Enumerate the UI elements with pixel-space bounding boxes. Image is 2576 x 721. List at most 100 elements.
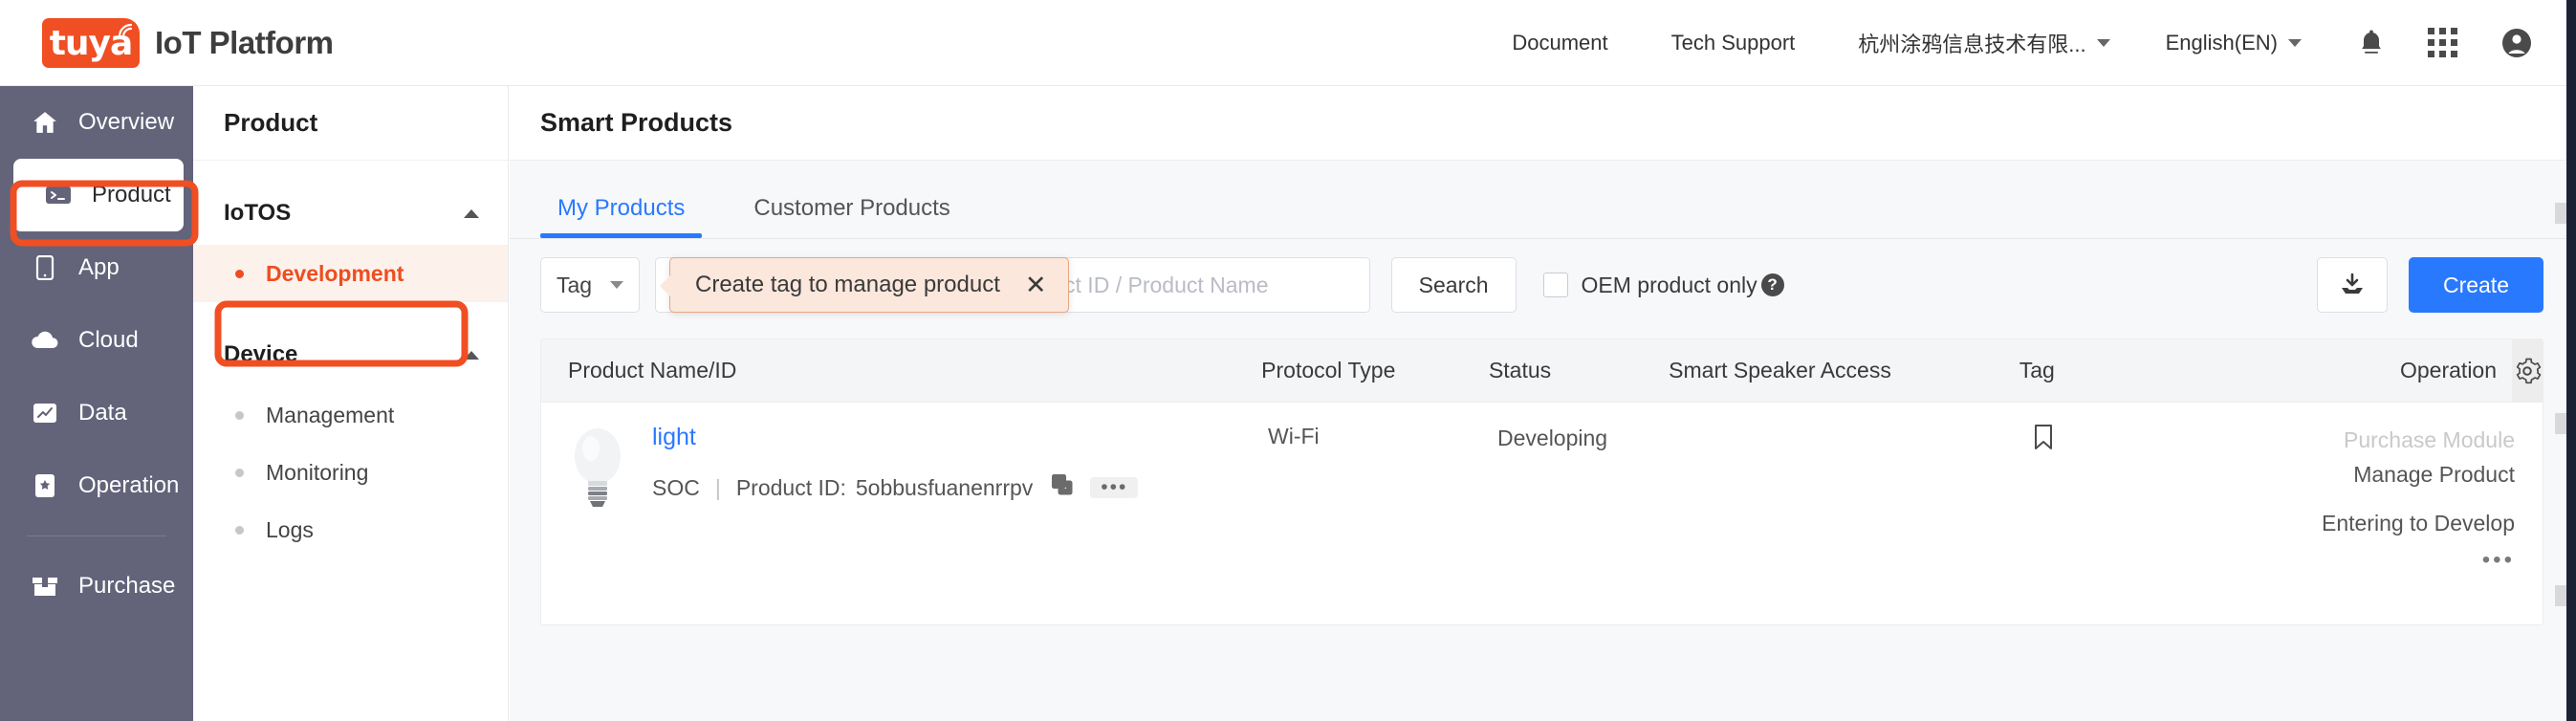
org-selector[interactable]: 杭州涂鸦信息技术有限...	[1858, 28, 2110, 58]
panel-item-management[interactable]: Management	[193, 386, 508, 444]
sidebar-item-product[interactable]: Product	[13, 159, 184, 231]
copy-icon[interactable]	[1050, 472, 1075, 503]
chevron-up-icon	[464, 208, 479, 218]
question-mark-icon[interactable]: ?	[1760, 273, 1784, 296]
table-header-row: Product Name/ID Protocol Type Status Sma…	[541, 339, 2543, 403]
create-tag-tooltip: Create tag to manage product ✕	[660, 257, 1069, 313]
bell-icon	[2362, 29, 2381, 54]
checkbox-box	[1542, 273, 1568, 297]
product-tabs: My Products Customer Products	[510, 161, 2576, 239]
light-bulb-icon	[568, 424, 627, 513]
panel-group-iotos[interactable]: IoTOS	[193, 182, 508, 245]
sidebar-divider	[27, 535, 166, 536]
operation-entering-to-develop[interactable]: Entering to Develop	[2253, 507, 2515, 541]
products-table: Product Name/ID Protocol Type Status Sma…	[540, 339, 2543, 625]
product-id-label: Product ID:	[735, 474, 846, 500]
cell-status: Developing	[1497, 424, 1679, 453]
sidebar-item-purchase[interactable]: Purchase	[0, 550, 193, 623]
ellipsis-icon[interactable]: •••	[1090, 477, 1139, 498]
cloud-icon	[31, 331, 59, 350]
tab-label: Customer Products	[753, 195, 950, 221]
sidebar-item-data[interactable]: Data	[0, 377, 193, 449]
sidebar-item-app[interactable]: App	[0, 231, 193, 304]
column-smart-speaker-access: Smart Speaker Access	[1669, 358, 1891, 382]
panel-group-label: Device	[224, 341, 298, 367]
sidebar-item-cloud[interactable]: Cloud	[0, 304, 193, 377]
create-button[interactable]: Create	[2408, 257, 2543, 313]
search-button[interactable]: Search	[1390, 257, 1517, 313]
right-edge-pip-top	[2555, 203, 2566, 224]
oem-checkbox-label: OEM product only	[1581, 272, 1757, 297]
chevron-up-icon	[464, 350, 479, 360]
panel-item-monitoring[interactable]: Monitoring	[193, 444, 508, 501]
sidebar-item-label: App	[78, 254, 120, 280]
secondary-sidebar: Product IoTOS Development Device Managem…	[193, 86, 509, 721]
nav-tech-support[interactable]: Tech Support	[1671, 31, 1796, 55]
panel-item-logs[interactable]: Logs	[193, 501, 508, 558]
product-name-link[interactable]: light	[652, 424, 1138, 451]
panel-item-label: Logs	[266, 516, 314, 542]
nav-document[interactable]: Document	[1512, 31, 1607, 55]
notifications-button[interactable]	[2357, 28, 2386, 58]
chevron-down-icon	[2096, 38, 2110, 47]
panel-item-label: Development	[266, 260, 404, 286]
column-status: Status	[1488, 358, 1552, 382]
page-title: Smart Products	[510, 86, 2576, 161]
product-category: SOC	[652, 474, 700, 500]
apps-menu-button[interactable]	[2428, 28, 2457, 57]
user-avatar-icon	[2502, 28, 2531, 57]
search-button-label: Search	[1418, 272, 1489, 297]
brand-logo[interactable]: tuya IoT Platform	[42, 17, 334, 68]
column-operation: Operation	[2400, 358, 2498, 382]
apps-grid-icon	[2428, 28, 2457, 57]
oem-filter-checkbox[interactable]: OEM product only ?	[1542, 272, 1784, 298]
main-content: Smart Products My Products Customer Prod…	[510, 86, 2576, 721]
wifi-wave-icon	[118, 23, 133, 37]
download-icon	[2341, 273, 2363, 294]
tab-customer-products[interactable]: Customer Products	[736, 195, 967, 238]
close-x-icon[interactable]: ✕	[1025, 272, 1047, 298]
sidebar-item-label: Overview	[78, 109, 175, 135]
tab-my-products[interactable]: My Products	[540, 195, 703, 238]
bookmark-outline-icon[interactable]	[2033, 424, 2253, 456]
download-button[interactable]	[2316, 257, 2388, 313]
sidebar-item-overview[interactable]: Overview	[0, 86, 193, 159]
sidebar-item-label: Product	[92, 182, 171, 208]
mobile-icon	[31, 255, 59, 280]
cell-operation: Purchase Module Manage Product Entering …	[2253, 424, 2530, 574]
column-tag: Tag	[2019, 358, 2055, 382]
panel-group-device[interactable]: Device	[193, 323, 508, 386]
account-button[interactable]	[2500, 26, 2534, 60]
org-selector-label: 杭州涂鸦信息技术有限...	[1858, 32, 2086, 56]
panel-item-label: Management	[266, 402, 395, 427]
status-text: Developing	[1497, 426, 1608, 450]
table-settings-button[interactable]	[2512, 339, 2543, 403]
tab-label: My Products	[557, 195, 686, 221]
meta-separator: |	[714, 474, 721, 500]
tag-filter-label: Tag	[557, 272, 593, 297]
row-settings-spacer	[2530, 424, 2543, 574]
brand-title: IoT Platform	[155, 24, 334, 60]
tooltip-text: Create tag to manage product	[695, 272, 1000, 297]
top-navigation: Document Tech Support 杭州涂鸦信息技术有限... Engl…	[1512, 26, 2576, 60]
sidebar-item-operation[interactable]: Operation	[0, 449, 193, 522]
operation-more-icon[interactable]: •••	[2253, 547, 2515, 574]
sidebar-item-label: Data	[78, 400, 127, 426]
column-protocol-type: Protocol Type	[1261, 358, 1396, 382]
sidebar-item-label: Cloud	[78, 327, 139, 353]
tag-filter-select[interactable]: Tag	[540, 257, 640, 313]
home-icon	[31, 111, 59, 134]
sidebar-item-label: Purchase	[78, 573, 176, 599]
primary-sidebar: Overview Product App Cloud Data Operatio…	[0, 86, 193, 721]
sidebar-item-label: Operation	[78, 472, 180, 498]
cell-product-name: light SOC | Product ID: 5obbusfuanenrrpv	[541, 424, 1268, 513]
chevron-down-icon	[610, 281, 623, 289]
panel-item-development[interactable]: Development	[193, 245, 508, 302]
language-selector[interactable]: English(EN)	[2166, 31, 2302, 55]
cell-protocol-type: Wi-Fi	[1268, 424, 1320, 448]
box-icon	[31, 576, 59, 597]
bookmark-star-icon	[31, 473, 59, 498]
panel-group-label: IoTOS	[224, 200, 292, 226]
operation-manage-product[interactable]: Manage Product	[2253, 458, 2515, 492]
bullet-dot-icon	[235, 468, 244, 477]
